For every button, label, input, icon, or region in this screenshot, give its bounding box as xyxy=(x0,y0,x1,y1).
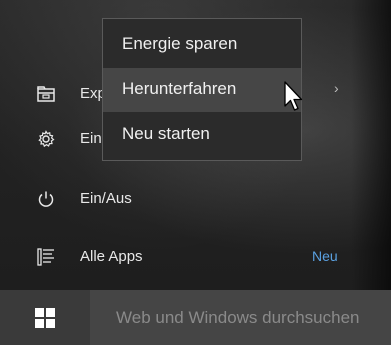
search-input[interactable] xyxy=(90,290,391,345)
chevron-right-icon: › xyxy=(334,80,339,96)
flyout-item-label: Energie sparen xyxy=(122,34,238,53)
menu-item-label: Alle Apps xyxy=(80,248,143,265)
flyout-item-sleep[interactable]: Energie sparen xyxy=(103,23,301,67)
power-options-flyout: Energie sparen Herunterfahren Neu starte… xyxy=(102,18,302,161)
flyout-item-restart[interactable]: Neu starten xyxy=(103,113,301,157)
search-box[interactable] xyxy=(90,290,391,345)
file-explorer-icon xyxy=(36,84,56,104)
flyout-item-label: Neu starten xyxy=(122,124,210,143)
flyout-item-shutdown[interactable]: Herunterfahren xyxy=(103,68,301,112)
gear-icon xyxy=(36,129,56,149)
power-icon xyxy=(36,189,56,209)
flyout-item-label: Herunterfahren xyxy=(122,79,237,98)
menu-item-power[interactable]: Ein/Aus xyxy=(36,181,376,217)
mouse-cursor-icon xyxy=(284,81,303,111)
all-apps-icon xyxy=(36,247,56,267)
menu-item-label: Ein/Aus xyxy=(80,190,132,207)
taskbar xyxy=(0,290,391,345)
start-button[interactable] xyxy=(0,290,90,345)
new-badge: Neu xyxy=(312,248,338,264)
windows-logo-icon xyxy=(35,307,55,328)
